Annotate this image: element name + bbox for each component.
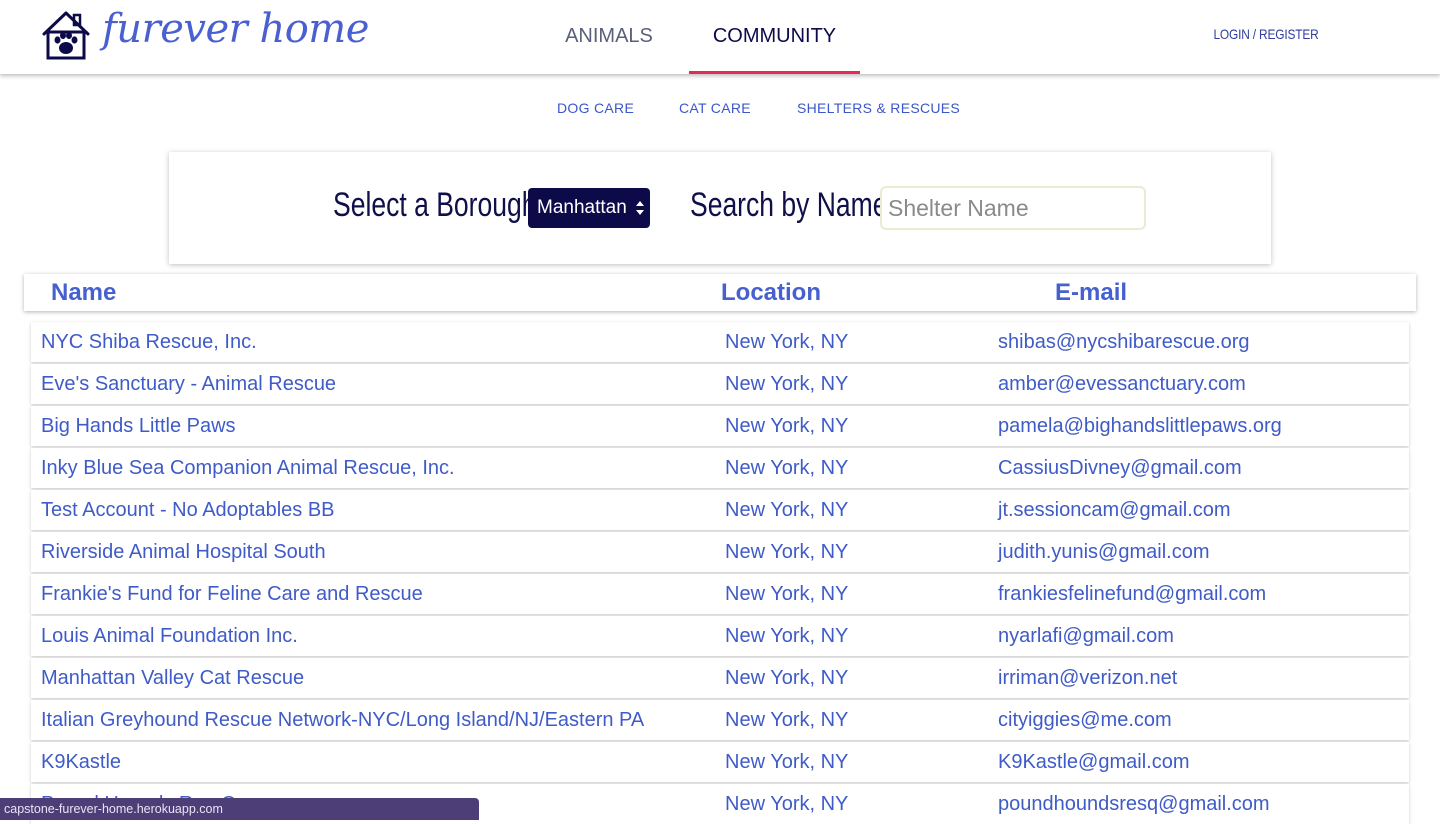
- table-row[interactable]: K9Kastle New York, NY K9Kastle@gmail.com: [31, 742, 1409, 782]
- table-row[interactable]: Louis Animal Foundation Inc. New York, N…: [31, 616, 1409, 656]
- row-name: K9Kastle: [41, 751, 122, 773]
- column-header-location: Location: [721, 279, 821, 306]
- subnav-cat-care[interactable]: CAT CARE: [679, 100, 751, 116]
- row-email[interactable]: judith.yunis@gmail.com: [998, 532, 1210, 572]
- shelter-search-input[interactable]: [880, 186, 1146, 230]
- brand-name[interactable]: furever home: [102, 6, 369, 52]
- table-row[interactable]: Manhattan Valley Cat Rescue New York, NY…: [31, 658, 1409, 698]
- row-email[interactable]: poundhoundsresq@gmail.com: [998, 784, 1270, 824]
- row-location: New York, NY: [725, 751, 849, 773]
- row-location: New York, NY: [725, 331, 849, 353]
- row-name: Riverside Animal Hospital South: [41, 541, 326, 563]
- subnav-dog-care[interactable]: DOG CARE: [557, 100, 634, 116]
- active-tab-indicator: [689, 71, 860, 74]
- row-location: New York, NY: [725, 709, 849, 731]
- row-name: Louis Animal Foundation Inc.: [41, 625, 298, 647]
- table-header: Name Location E-mail: [24, 274, 1416, 311]
- row-email[interactable]: pamela@bighandslittlepaws.org: [998, 406, 1282, 446]
- row-email[interactable]: K9Kastle@gmail.com: [998, 742, 1189, 782]
- nav-tab-community[interactable]: COMMUNITY: [689, 0, 860, 74]
- table-row[interactable]: Test Account - No Adoptables BB New York…: [31, 490, 1409, 530]
- table-row[interactable]: Inky Blue Sea Companion Animal Rescue, I…: [31, 448, 1409, 488]
- row-location: New York, NY: [725, 415, 849, 437]
- select-arrows-icon: [636, 201, 644, 215]
- row-location: New York, NY: [725, 667, 849, 689]
- top-header: furever home ANIMALS COMMUNITY LOGIN / R…: [0, 0, 1440, 74]
- column-header-name: Name: [51, 279, 117, 306]
- borough-select-value: Manhattan: [537, 197, 627, 218]
- table-row[interactable]: Frankie's Fund for Feline Care and Rescu…: [31, 574, 1409, 614]
- row-name: Manhattan Valley Cat Rescue: [41, 667, 305, 689]
- borough-label: Select a Borough: [333, 186, 537, 224]
- row-name: Big Hands Little Paws: [41, 415, 236, 437]
- table-row[interactable]: Italian Greyhound Rescue Network-NYC/Lon…: [31, 700, 1409, 740]
- row-email[interactable]: CassiusDivney@gmail.com: [998, 448, 1242, 488]
- row-name: Italian Greyhound Rescue Network-NYC/Lon…: [41, 709, 645, 731]
- row-name: Test Account - No Adoptables BB: [41, 499, 335, 521]
- row-location: New York, NY: [725, 583, 849, 605]
- row-email[interactable]: cityiggies@me.com: [998, 700, 1172, 740]
- house-paw-logo-icon[interactable]: [40, 8, 92, 62]
- row-email[interactable]: amber@evessanctuary.com: [998, 364, 1246, 404]
- row-location: New York, NY: [725, 457, 849, 479]
- column-header-email: E-mail: [1055, 279, 1128, 306]
- table-row[interactable]: Eve's Sanctuary - Animal Rescue New York…: [31, 364, 1409, 404]
- login-register-link[interactable]: LOGIN / REGISTER: [1207, 26, 1326, 42]
- nav-tab-animals[interactable]: ANIMALS: [548, 0, 670, 74]
- row-email[interactable]: frankiesfelinefund@gmail.com: [998, 574, 1266, 614]
- table-row[interactable]: NYC Shiba Rescue, Inc. New York, NY shib…: [31, 322, 1409, 362]
- row-email[interactable]: jt.sessioncam@gmail.com: [998, 490, 1231, 530]
- row-location: New York, NY: [725, 625, 849, 647]
- row-name: Frankie's Fund for Feline Care and Rescu…: [41, 583, 423, 605]
- row-name: Eve's Sanctuary - Animal Rescue: [41, 373, 337, 395]
- row-name: Inky Blue Sea Companion Animal Rescue, I…: [41, 457, 455, 479]
- row-email[interactable]: shibas@nycshibarescue.org: [998, 322, 1250, 362]
- browser-status-bar: capstone-furever-home.herokuapp.com: [0, 798, 479, 820]
- row-location: New York, NY: [725, 499, 849, 521]
- row-location: New York, NY: [725, 793, 849, 815]
- subnav-shelters-rescues[interactable]: SHELTERS & RESCUES: [797, 100, 960, 116]
- search-label: Search by Name: [690, 186, 888, 224]
- table-row[interactable]: Riverside Animal Hospital South New York…: [31, 532, 1409, 572]
- row-email[interactable]: irriman@verizon.net: [998, 658, 1177, 698]
- row-location: New York, NY: [725, 373, 849, 395]
- borough-select[interactable]: Manhattan: [528, 188, 650, 228]
- row-email[interactable]: nyarlafi@gmail.com: [998, 616, 1174, 656]
- nav-tab-community-label: COMMUNITY: [712, 25, 837, 47]
- row-name: NYC Shiba Rescue, Inc.: [41, 331, 257, 353]
- table-row[interactable]: Big Hands Little Paws New York, NY pamel…: [31, 406, 1409, 446]
- row-location: New York, NY: [725, 541, 849, 563]
